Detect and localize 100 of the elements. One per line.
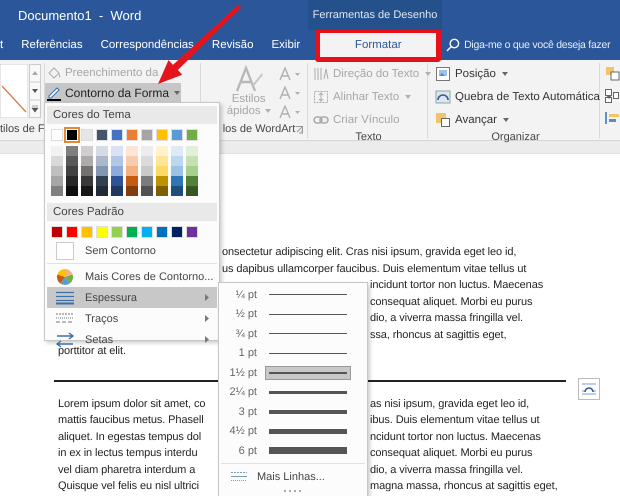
ribbon-tab[interactable]: Exibir xyxy=(262,33,310,57)
resize-grip-icon[interactable] xyxy=(284,490,302,492)
color-swatch[interactable] xyxy=(171,186,183,196)
color-swatch[interactable] xyxy=(141,176,153,186)
line-weight-option[interactable]: 6 pt xyxy=(221,441,365,460)
color-swatch[interactable] xyxy=(96,156,108,166)
color-swatch[interactable] xyxy=(66,226,78,238)
color-swatch[interactable] xyxy=(81,146,93,156)
color-swatch[interactable] xyxy=(66,186,78,196)
color-swatch[interactable] xyxy=(96,146,108,156)
ribbon-tab[interactable]: Referências xyxy=(12,33,92,57)
color-swatch[interactable] xyxy=(81,176,93,186)
color-swatch[interactable] xyxy=(126,166,138,176)
line-weight-option[interactable]: ¼ pt xyxy=(221,285,365,304)
ribbon-button[interactable]: Avançar xyxy=(432,109,512,131)
color-swatch[interactable] xyxy=(186,186,198,196)
color-swatch[interactable] xyxy=(156,166,168,176)
line-weight-option[interactable]: ½ pt xyxy=(221,304,365,324)
shape-format-button[interactable]: Contorno da Forma xyxy=(45,83,182,103)
color-swatch[interactable] xyxy=(111,156,123,166)
color-swatch[interactable] xyxy=(156,186,168,196)
color-swatch[interactable] xyxy=(171,166,183,176)
ribbon-button[interactable]: Posição xyxy=(432,63,511,85)
color-swatch[interactable] xyxy=(111,146,123,156)
menu-item[interactable]: Mais Cores de Contorno... xyxy=(47,266,217,287)
color-swatch[interactable] xyxy=(171,176,183,186)
line-weight-option[interactable]: 1½ pt xyxy=(221,363,365,382)
shape-style-thumbnail[interactable] xyxy=(0,64,28,118)
color-swatch[interactable] xyxy=(111,166,123,176)
color-swatch[interactable] xyxy=(81,226,93,238)
color-swatch[interactable] xyxy=(156,226,168,238)
color-swatch[interactable] xyxy=(51,226,63,238)
color-swatch[interactable] xyxy=(96,186,108,196)
color-swatch[interactable] xyxy=(51,156,63,166)
color-swatch[interactable] xyxy=(126,226,138,238)
color-swatch[interactable] xyxy=(186,176,198,186)
color-swatch[interactable] xyxy=(111,129,123,141)
color-swatch[interactable] xyxy=(126,129,138,141)
menu-item[interactable]: Espessura xyxy=(47,287,217,308)
menu-item[interactable]: Sem Contorno xyxy=(47,240,217,261)
color-swatch[interactable] xyxy=(171,226,183,238)
color-swatch[interactable] xyxy=(51,176,63,186)
line-weight-option[interactable]: 3 pt xyxy=(221,402,365,422)
color-swatch[interactable] xyxy=(141,226,153,238)
color-swatch[interactable] xyxy=(126,186,138,196)
color-swatch[interactable] xyxy=(186,146,198,156)
search-field[interactable]: Diga-me o que você deseja fazer xyxy=(446,38,620,52)
text-fill-icon[interactable] xyxy=(278,67,301,81)
text-effects-icon[interactable] xyxy=(278,105,301,119)
color-swatch[interactable] xyxy=(186,156,198,166)
color-swatch[interactable] xyxy=(111,186,123,196)
color-swatch[interactable] xyxy=(126,146,138,156)
color-swatch[interactable] xyxy=(156,129,168,141)
color-swatch[interactable] xyxy=(51,186,63,196)
gallery-scroll-controls-icon[interactable] xyxy=(29,64,41,118)
color-swatch[interactable] xyxy=(51,129,63,141)
align-objects-icon[interactable] xyxy=(604,66,620,82)
menu-item[interactable]: Mais Linhas... xyxy=(221,466,365,488)
color-swatch[interactable] xyxy=(171,146,183,156)
color-swatch[interactable] xyxy=(111,226,123,238)
text-outline-icon[interactable] xyxy=(278,86,301,100)
color-swatch[interactable] xyxy=(141,186,153,196)
color-swatch[interactable] xyxy=(66,176,78,186)
rotate-objects-icon[interactable] xyxy=(604,110,620,126)
color-swatch[interactable] xyxy=(66,166,78,176)
line-weight-option[interactable]: 2¼ pt xyxy=(221,382,365,402)
color-swatch[interactable] xyxy=(171,129,183,141)
color-swatch[interactable] xyxy=(81,186,93,196)
line-weight-option[interactable]: ¾ pt xyxy=(221,324,365,344)
color-swatch[interactable] xyxy=(126,156,138,166)
color-swatch[interactable] xyxy=(141,129,153,141)
color-swatch[interactable] xyxy=(156,146,168,156)
color-swatch[interactable] xyxy=(171,156,183,166)
color-swatch[interactable] xyxy=(51,166,63,176)
color-swatch[interactable] xyxy=(156,156,168,166)
ribbon-tab[interactable]: Revisão xyxy=(202,33,262,57)
line-weight-option[interactable]: 1 pt xyxy=(221,344,365,363)
color-swatch[interactable] xyxy=(96,166,108,176)
color-swatch[interactable] xyxy=(96,176,108,186)
menu-item[interactable]: Traços xyxy=(47,308,217,329)
group-objects-icon[interactable] xyxy=(604,88,620,104)
line-weight-option[interactable]: 4½ pt xyxy=(221,422,365,441)
color-swatch[interactable] xyxy=(156,176,168,186)
ribbon-tab[interactable]: Correspondências xyxy=(92,33,203,57)
color-swatch[interactable] xyxy=(141,156,153,166)
layout-options-icon[interactable] xyxy=(578,378,600,400)
color-swatch[interactable] xyxy=(66,146,78,156)
color-swatch[interactable] xyxy=(66,156,78,166)
color-swatch[interactable] xyxy=(186,166,198,176)
color-swatch[interactable] xyxy=(111,176,123,186)
color-swatch[interactable] xyxy=(81,156,93,166)
color-swatch[interactable] xyxy=(96,129,108,141)
color-swatch[interactable] xyxy=(186,129,198,141)
color-swatch[interactable] xyxy=(51,146,63,156)
color-swatch[interactable] xyxy=(141,146,153,156)
color-swatch[interactable] xyxy=(81,129,93,141)
color-swatch[interactable] xyxy=(96,226,108,238)
ribbon-tab[interactable]: t xyxy=(0,33,12,57)
color-swatch[interactable] xyxy=(126,176,138,186)
color-swatch[interactable] xyxy=(141,166,153,176)
